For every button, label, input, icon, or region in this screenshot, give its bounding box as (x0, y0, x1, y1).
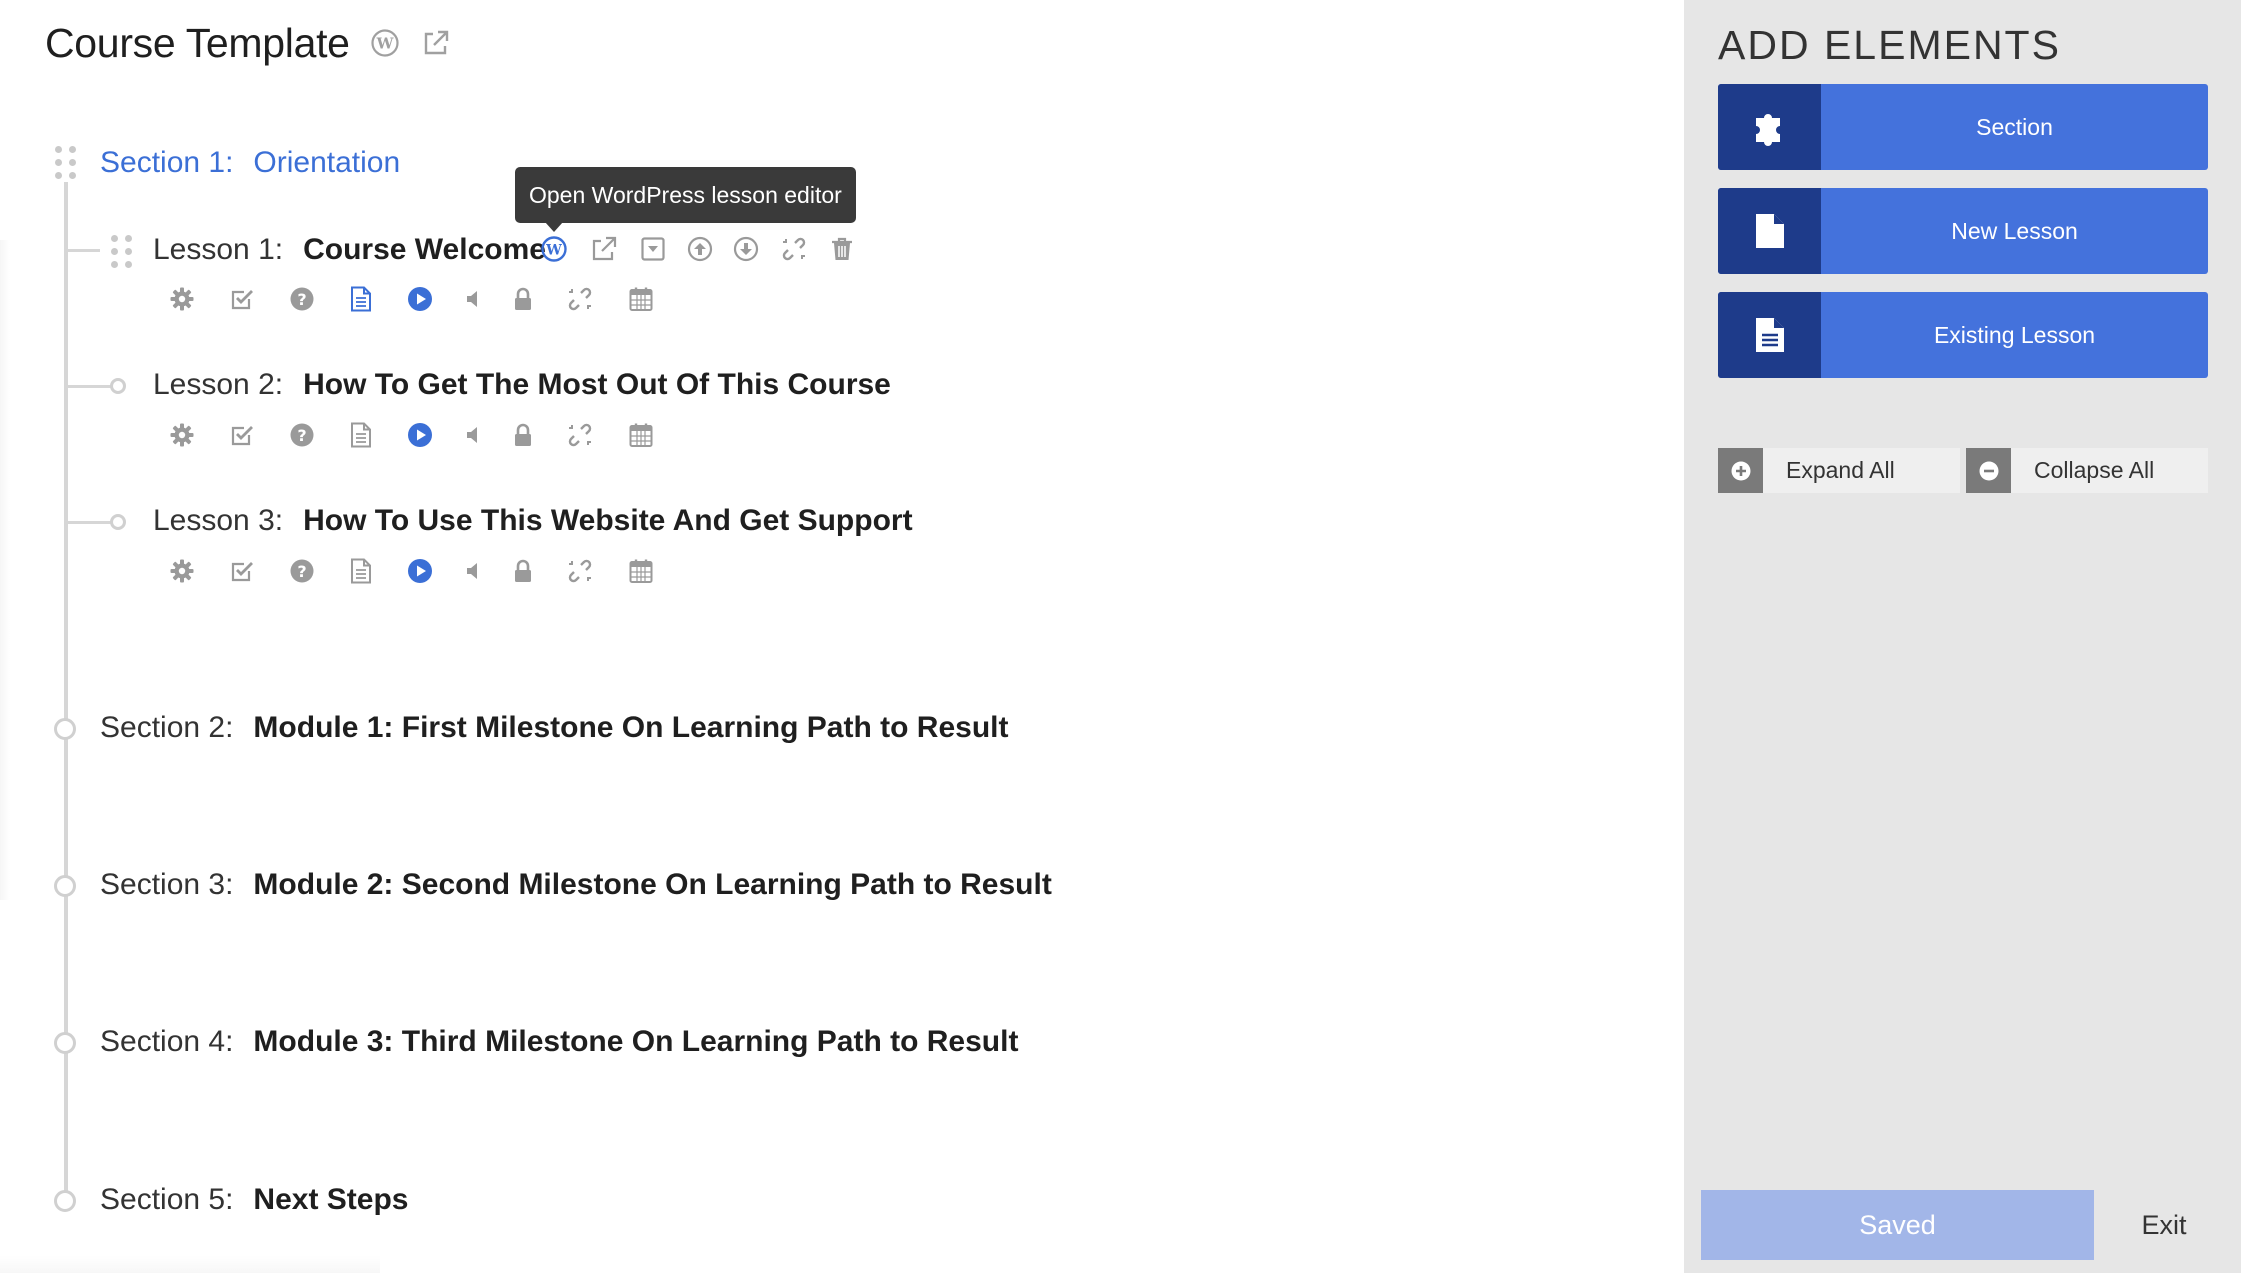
add-section-button[interactable]: Section (1718, 84, 2208, 170)
gear-icon[interactable] (166, 555, 198, 587)
lesson-title[interactable]: Lesson 2: How To Get The Most Out Of This… (153, 368, 891, 402)
move-down-icon[interactable] (730, 233, 762, 265)
lesson-title[interactable]: Lesson 3: How To Use This Website And Get… (153, 504, 913, 538)
puzzle-icon (1718, 84, 1821, 170)
move-up-icon[interactable] (684, 233, 716, 265)
section-title[interactable]: Section 4: Module 3: Third Milestone On L… (100, 1025, 1018, 1059)
question-icon[interactable]: ? (286, 283, 318, 315)
calendar-icon[interactable] (625, 419, 657, 451)
gear-icon[interactable] (166, 419, 198, 451)
external-link-icon[interactable] (588, 233, 620, 265)
svg-text:W: W (545, 243, 562, 259)
expand-all-label: Expand All (1786, 457, 1895, 483)
unlink-icon[interactable] (778, 233, 810, 265)
gear-icon[interactable] (166, 283, 198, 315)
lesson-node (110, 378, 126, 394)
unlink-icon[interactable] (564, 283, 596, 315)
add-section-label: Section (1976, 113, 2053, 140)
svg-text:?: ? (297, 562, 306, 581)
question-icon[interactable]: ? (286, 555, 318, 587)
wordpress-icon[interactable]: W (370, 28, 400, 58)
checkbox-icon[interactable] (226, 555, 258, 587)
section-node (54, 1032, 76, 1054)
section-node (54, 875, 76, 897)
document-icon[interactable] (345, 419, 377, 451)
left-edge-shadow (0, 240, 10, 900)
new-lesson-button[interactable]: New Lesson (1718, 188, 2208, 274)
section-title[interactable]: Section 2: Module 1: First Milestone On L… (100, 711, 1008, 745)
checkbox-icon[interactable] (226, 283, 258, 315)
existing-lesson-button[interactable]: Existing Lesson (1718, 292, 2208, 378)
course-builder-main: Course Template W Section 1: Orientation … (0, 0, 1684, 1273)
exit-button[interactable]: Exit (2094, 1190, 2234, 1260)
trash-icon[interactable] (826, 233, 858, 265)
audio-icon[interactable] (457, 555, 489, 587)
section-title[interactable]: Section 3: Module 2: Second Milestone On … (100, 868, 1052, 902)
collapse-all-button[interactable]: Collapse All (1966, 448, 2208, 493)
new-lesson-label: New Lesson (1951, 217, 2078, 244)
text-page-icon (1718, 292, 1821, 378)
play-icon[interactable] (404, 419, 436, 451)
play-icon[interactable] (404, 555, 436, 587)
page-title: Course Template (45, 20, 350, 66)
collapse-all-label: Collapse All (2034, 457, 2155, 483)
section-title[interactable]: Section 5: Next Steps (100, 1183, 408, 1217)
tooltip-arrow (545, 222, 563, 232)
collapse-icon[interactable] (637, 233, 669, 265)
document-icon[interactable] (345, 555, 377, 587)
lock-icon[interactable] (507, 283, 539, 315)
lock-icon[interactable] (507, 419, 539, 451)
section-title[interactable]: Section 1: Orientation (100, 146, 400, 180)
wordpress-icon[interactable]: W (538, 233, 570, 265)
lesson-connector (66, 385, 112, 388)
unlink-icon[interactable] (564, 419, 596, 451)
calendar-icon[interactable] (625, 555, 657, 587)
bottom-edge-shadow (0, 1255, 380, 1273)
blank-page-icon (1718, 188, 1821, 274)
svg-text:W: W (376, 35, 395, 53)
checkbox-icon[interactable] (226, 419, 258, 451)
lesson-connector (66, 249, 100, 252)
existing-lesson-label: Existing Lesson (1933, 321, 2096, 348)
lesson-drag-handle[interactable] (111, 235, 132, 268)
lesson-connector (66, 521, 112, 524)
section-drag-handle[interactable] (55, 146, 76, 179)
saved-button[interactable]: Saved (1701, 1190, 2094, 1260)
svg-text:?: ? (297, 290, 306, 309)
audio-icon[interactable] (457, 283, 489, 315)
section-node (54, 718, 76, 740)
audio-icon[interactable] (457, 419, 489, 451)
lesson-title[interactable]: Lesson 1: Course Welcome (153, 233, 546, 267)
lock-icon[interactable] (507, 555, 539, 587)
expand-all-button[interactable]: Expand All (1718, 448, 1960, 493)
external-link-icon[interactable] (421, 28, 451, 58)
document-icon[interactable] (345, 283, 377, 315)
play-icon[interactable] (404, 283, 436, 315)
tooltip: Open WordPress lesson editor (515, 167, 856, 223)
lesson-node (110, 514, 126, 530)
section-node (54, 1190, 76, 1212)
plus-circle-icon (1718, 448, 1763, 493)
sidebar-heading: ADD ELEMENTS (1718, 22, 2061, 68)
add-elements-sidebar: ADD ELEMENTS Section New Lesson Existing… (1684, 0, 2241, 1273)
calendar-icon[interactable] (625, 283, 657, 315)
unlink-icon[interactable] (564, 555, 596, 587)
svg-text:?: ? (297, 426, 306, 445)
minus-circle-icon (1966, 448, 2011, 493)
question-icon[interactable]: ? (286, 419, 318, 451)
